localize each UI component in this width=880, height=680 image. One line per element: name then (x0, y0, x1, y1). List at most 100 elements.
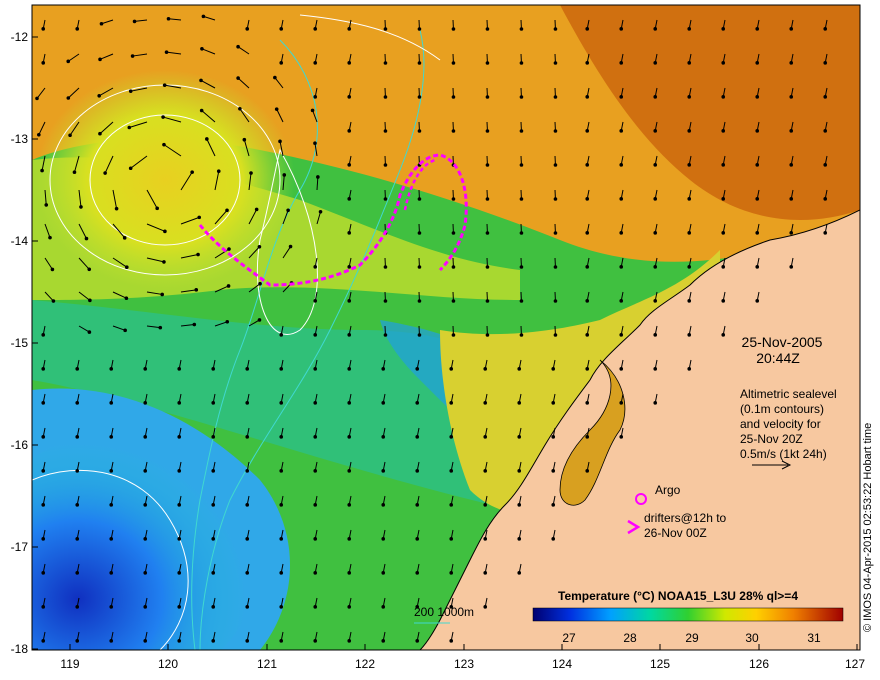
velocity-arrow-head (417, 61, 422, 65)
warm-eddy (35, 70, 295, 290)
velocity-arrow-head (553, 163, 558, 167)
velocity-arrow-head (653, 401, 658, 405)
velocity-arrow-head (381, 367, 386, 371)
velocity-arrow-head (417, 231, 422, 235)
velocity-arrow-head (485, 299, 490, 303)
velocity-arrow-head (245, 537, 250, 541)
drifters-label-line: drifters@12h to (644, 511, 727, 525)
velocity-arrow-head (318, 209, 323, 214)
velocity-arrow-head (383, 333, 388, 337)
velocity-arrow-head (451, 231, 456, 235)
velocity-arrow-head (485, 231, 490, 235)
velocity-arrow-head (485, 333, 490, 337)
velocity-arrow-head (347, 61, 352, 65)
velocity-arrow-head (75, 571, 80, 575)
velocity-arrow-head (755, 95, 760, 99)
velocity-arrow-head (553, 299, 558, 303)
velocity-arrow-head (687, 299, 692, 303)
velocity-arrow-head (132, 19, 137, 24)
velocity-arrow-head (211, 367, 216, 371)
velocity-arrow-head (553, 333, 558, 337)
x-tick-label: 120 (158, 657, 178, 671)
velocity-arrow-head (68, 133, 72, 138)
velocity-arrow-head (653, 27, 658, 31)
velocity-arrow-head (245, 571, 250, 575)
velocity-arrow-head (41, 401, 46, 405)
altimetry-note-line: 25-Nov 20Z (740, 432, 803, 446)
velocity-arrow-head (41, 61, 46, 65)
colorbar-tick: 29 (685, 631, 699, 645)
velocity-arrow-head (249, 171, 253, 175)
velocity-arrow-head (109, 435, 114, 439)
velocity-arrow-head (130, 54, 135, 58)
velocity-arrow-head (789, 197, 794, 201)
velocity-arrow-head (201, 14, 206, 19)
velocity-arrow-head (619, 27, 624, 31)
velocity-arrow-head (166, 16, 171, 21)
velocity-arrow-head (313, 299, 318, 303)
velocity-arrow-head (161, 115, 165, 119)
velocity-arrow-head (519, 129, 524, 133)
velocity-arrow-head (755, 27, 760, 31)
velocity-arrow-head (415, 503, 420, 507)
velocity-arrow-head (755, 129, 760, 133)
colorbar-tick: 28 (623, 631, 637, 645)
velocity-arrow-head (177, 571, 182, 575)
velocity-arrow-head (519, 299, 524, 303)
velocity-arrow-head (721, 61, 726, 65)
velocity-arrow-head (721, 129, 726, 133)
velocity-arrow-head (485, 129, 490, 133)
velocity-arrow-head (279, 27, 284, 31)
velocity-arrow-head (721, 231, 726, 235)
velocity-arrow-head (109, 537, 114, 541)
velocity-arrow-head (347, 27, 352, 31)
velocity-arrow-head (381, 435, 386, 439)
velocity-arrow-head (313, 605, 318, 609)
velocity-arrow-head (313, 503, 318, 507)
velocity-arrow-head (109, 367, 114, 371)
velocity-arrow-head (585, 333, 590, 337)
velocity-arrow-head (347, 163, 352, 167)
velocity-arrow-head (449, 469, 454, 473)
x-tick-label: 127 (845, 657, 865, 671)
velocity-arrow-head (143, 469, 148, 473)
velocity-arrow-head (451, 95, 456, 99)
velocity-arrow-head (177, 469, 182, 473)
y-tick-label: -12 (11, 30, 29, 44)
velocity-arrow-head (162, 260, 166, 264)
velocity-arrow-head (155, 206, 159, 211)
velocity-arrow-head (823, 231, 828, 235)
velocity-arrow-head (823, 61, 828, 65)
velocity-arrow-head (211, 639, 216, 643)
velocity-arrow-head (143, 639, 148, 643)
velocity-arrow-head (41, 27, 46, 31)
velocity-arrow-head (619, 197, 624, 201)
velocity-arrow-head (585, 163, 590, 167)
velocity-arrow-head (519, 95, 524, 99)
velocity-arrow-head (653, 231, 658, 235)
velocity-arrow-head (347, 129, 352, 133)
velocity-arrow-head (721, 265, 726, 269)
velocity-arrow-head (143, 503, 148, 507)
velocity-arrow-head (88, 298, 92, 303)
y-tick-label: -18 (11, 642, 29, 656)
velocity-arrow-head (383, 27, 388, 31)
velocity-arrow-head (789, 95, 794, 99)
velocity-arrow-head (40, 168, 44, 173)
velocity-arrow-head (254, 207, 259, 212)
velocity-arrow-head (177, 639, 182, 643)
velocity-arrow-head (127, 125, 132, 130)
velocity-arrow-head (109, 503, 114, 507)
velocity-arrow-head (551, 537, 556, 541)
altimetry-note-line: Altimetric sealevel (740, 387, 837, 401)
velocity-arrow-head (347, 537, 352, 541)
velocity-arrow-head (585, 95, 590, 99)
velocity-arrow-head (653, 129, 658, 133)
velocity-arrow-head (44, 203, 49, 207)
x-tick-label: 125 (650, 657, 670, 671)
velocity-arrow-head (245, 367, 250, 371)
velocity-arrow-head (449, 435, 454, 439)
velocity-arrow-head (585, 299, 590, 303)
velocity-arrow-head (483, 605, 488, 609)
velocity-arrow-head (653, 367, 658, 371)
